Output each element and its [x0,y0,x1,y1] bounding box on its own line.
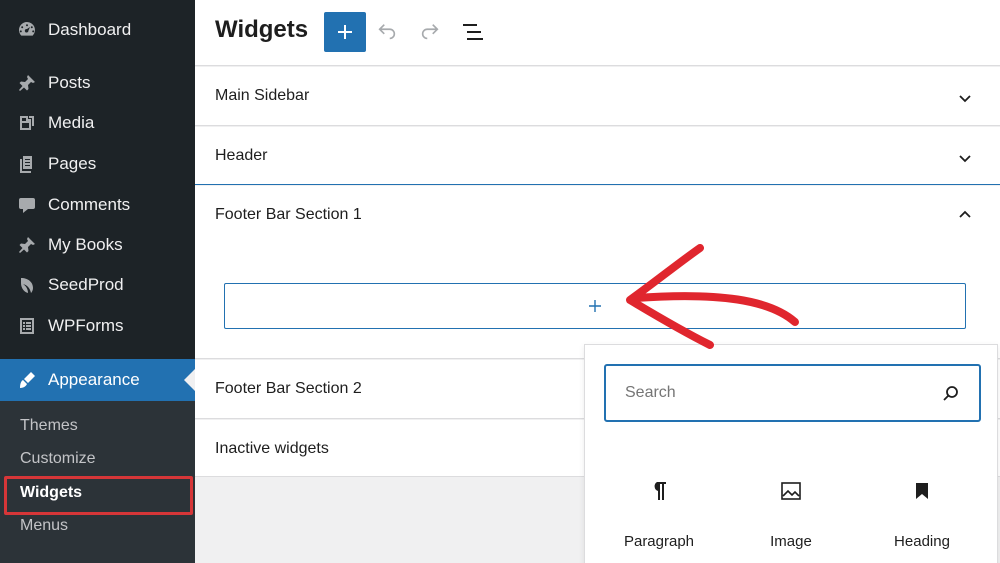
widget-area-title: Footer Bar Section 2 [215,380,362,397]
bookmark-icon [862,475,982,507]
block-paragraph[interactable]: Paragraph [599,475,719,555]
sidebar-item-seedprod[interactable]: SeedProd [0,267,195,303]
widgets-editor: Widgets Main Sidebar Header Footer Bar S… [195,0,1000,563]
sidebar-item-label: Pages [48,154,97,173]
block-appender-button[interactable] [224,283,966,329]
undo-icon [378,24,396,40]
widget-area-title: Main Sidebar [215,87,310,104]
redo-icon [421,24,439,40]
page-title: Widgets [215,16,309,43]
block-inserter-popover: Paragraph Image Heading [584,344,998,563]
submenu-item-menus[interactable]: Menus [0,509,195,542]
search-icon[interactable] [941,384,961,404]
submenu-item-customize[interactable]: Customize [0,442,195,475]
inserter-search[interactable] [604,364,981,422]
sidebar-item-comments[interactable]: Comments [0,187,195,223]
widget-area-footer-bar-1[interactable]: Footer Bar Section 1 [195,186,1000,359]
sidebar-item-wpforms[interactable]: WPForms [0,308,195,344]
block-label: Paragraph [623,533,695,550]
active-indicator [184,369,195,391]
widget-area-title: Footer Bar Section 1 [215,206,362,223]
search-input[interactable] [625,384,925,402]
submenu-label: Customize [20,449,96,467]
widget-area-title: Header [215,147,268,164]
pages-icon [16,153,38,175]
widget-area-header[interactable]: Header [195,127,1000,185]
submenu-item-widgets[interactable]: Widgets [0,476,195,509]
sidebar-item-label: Comments [48,195,131,214]
sidebar-item-appearance[interactable]: Appearance [0,359,195,401]
submenu-label: Menus [20,516,69,534]
image-icon [731,475,851,507]
undo-button[interactable] [374,19,400,45]
block-label: Heading [894,533,950,550]
chevron-down-icon[interactable] [956,89,974,107]
sidebar-item-media[interactable]: Media [0,105,195,141]
list-view-button[interactable] [460,19,486,45]
sidebar-item-label: SeedProd [48,275,124,294]
chevron-down-icon[interactable] [956,149,974,167]
sidebar-item-label: WPForms [48,316,124,335]
widget-area-main-sidebar[interactable]: Main Sidebar [195,67,1000,126]
sidebar-item-pages[interactable]: Pages [0,146,195,182]
block-heading[interactable]: Heading [862,475,982,555]
sidebar-item-label: Dashboard [48,20,132,39]
sidebar-item-dashboard[interactable]: Dashboard [0,12,195,48]
plus-icon [338,25,352,39]
pin-icon [16,234,38,256]
pin-icon [16,72,38,94]
submenu-label: Themes [20,416,78,434]
add-block-button[interactable] [324,12,366,52]
paragraph-icon [599,475,719,507]
sidebar-item-label: Appearance [48,370,140,389]
seedprod-icon [16,274,38,296]
sidebar-item-label: Posts [48,73,91,92]
widget-area-title: Inactive widgets [215,440,329,457]
sidebar-item-label: My Books [48,235,123,254]
dashboard-icon [16,19,38,41]
block-label: Image [770,533,812,550]
submenu-item-themes[interactable]: Themes [0,409,195,442]
sidebar-item-my-books[interactable]: My Books [0,227,195,263]
block-image[interactable]: Image [731,475,851,555]
submenu-label: Widgets [20,483,83,501]
brush-icon [16,369,38,391]
plus-icon [589,300,601,312]
redo-button[interactable] [417,19,443,45]
sidebar-item-label: Media [48,113,95,132]
chevron-up-icon[interactable] [956,206,974,224]
comment-icon [16,194,38,216]
list-view-icon [463,24,483,40]
media-icon [16,112,38,134]
admin-sidebar: Dashboard Posts Media Pages Comments My … [0,0,195,563]
editor-toolbar: Widgets [195,0,1000,66]
forms-icon [16,315,38,337]
sidebar-item-posts[interactable]: Posts [0,65,195,101]
